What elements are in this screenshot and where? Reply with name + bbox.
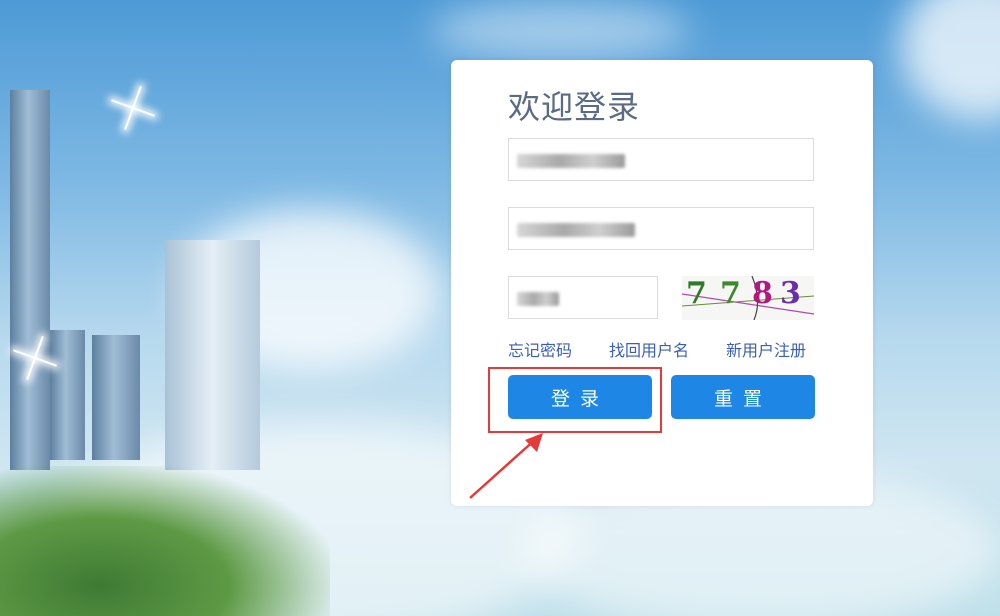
login-button-highlight (488, 367, 662, 433)
arrow-icon (469, 433, 543, 499)
reset-button[interactable]: 重置 (671, 375, 815, 419)
obscured-username (517, 154, 625, 168)
obscured-captcha-entry (517, 292, 559, 306)
cloud (430, 0, 690, 60)
cloud (900, 0, 1000, 120)
recover-username-link[interactable]: 找回用户名 (609, 337, 689, 361)
captcha-input[interactable] (508, 276, 658, 319)
login-title: 欢迎登录 (508, 88, 641, 126)
captcha-image[interactable]: 7 7 8 3 (682, 276, 814, 320)
captcha-char: 7 (720, 276, 741, 311)
captcha-char: 8 (752, 276, 773, 311)
sparkle-icon (12, 335, 58, 381)
trees (0, 466, 330, 616)
captcha-char: 7 (686, 276, 707, 311)
building (92, 335, 140, 460)
register-link[interactable]: 新用户注册 (726, 337, 806, 361)
sparkle-icon (110, 85, 156, 131)
password-input[interactable] (508, 207, 814, 250)
obscured-password (517, 223, 635, 237)
building (165, 240, 260, 470)
username-input[interactable] (508, 138, 814, 181)
forgot-password-link[interactable]: 忘记密码 (508, 337, 572, 361)
skyscraper (10, 90, 50, 470)
captcha-char: 3 (780, 276, 801, 311)
